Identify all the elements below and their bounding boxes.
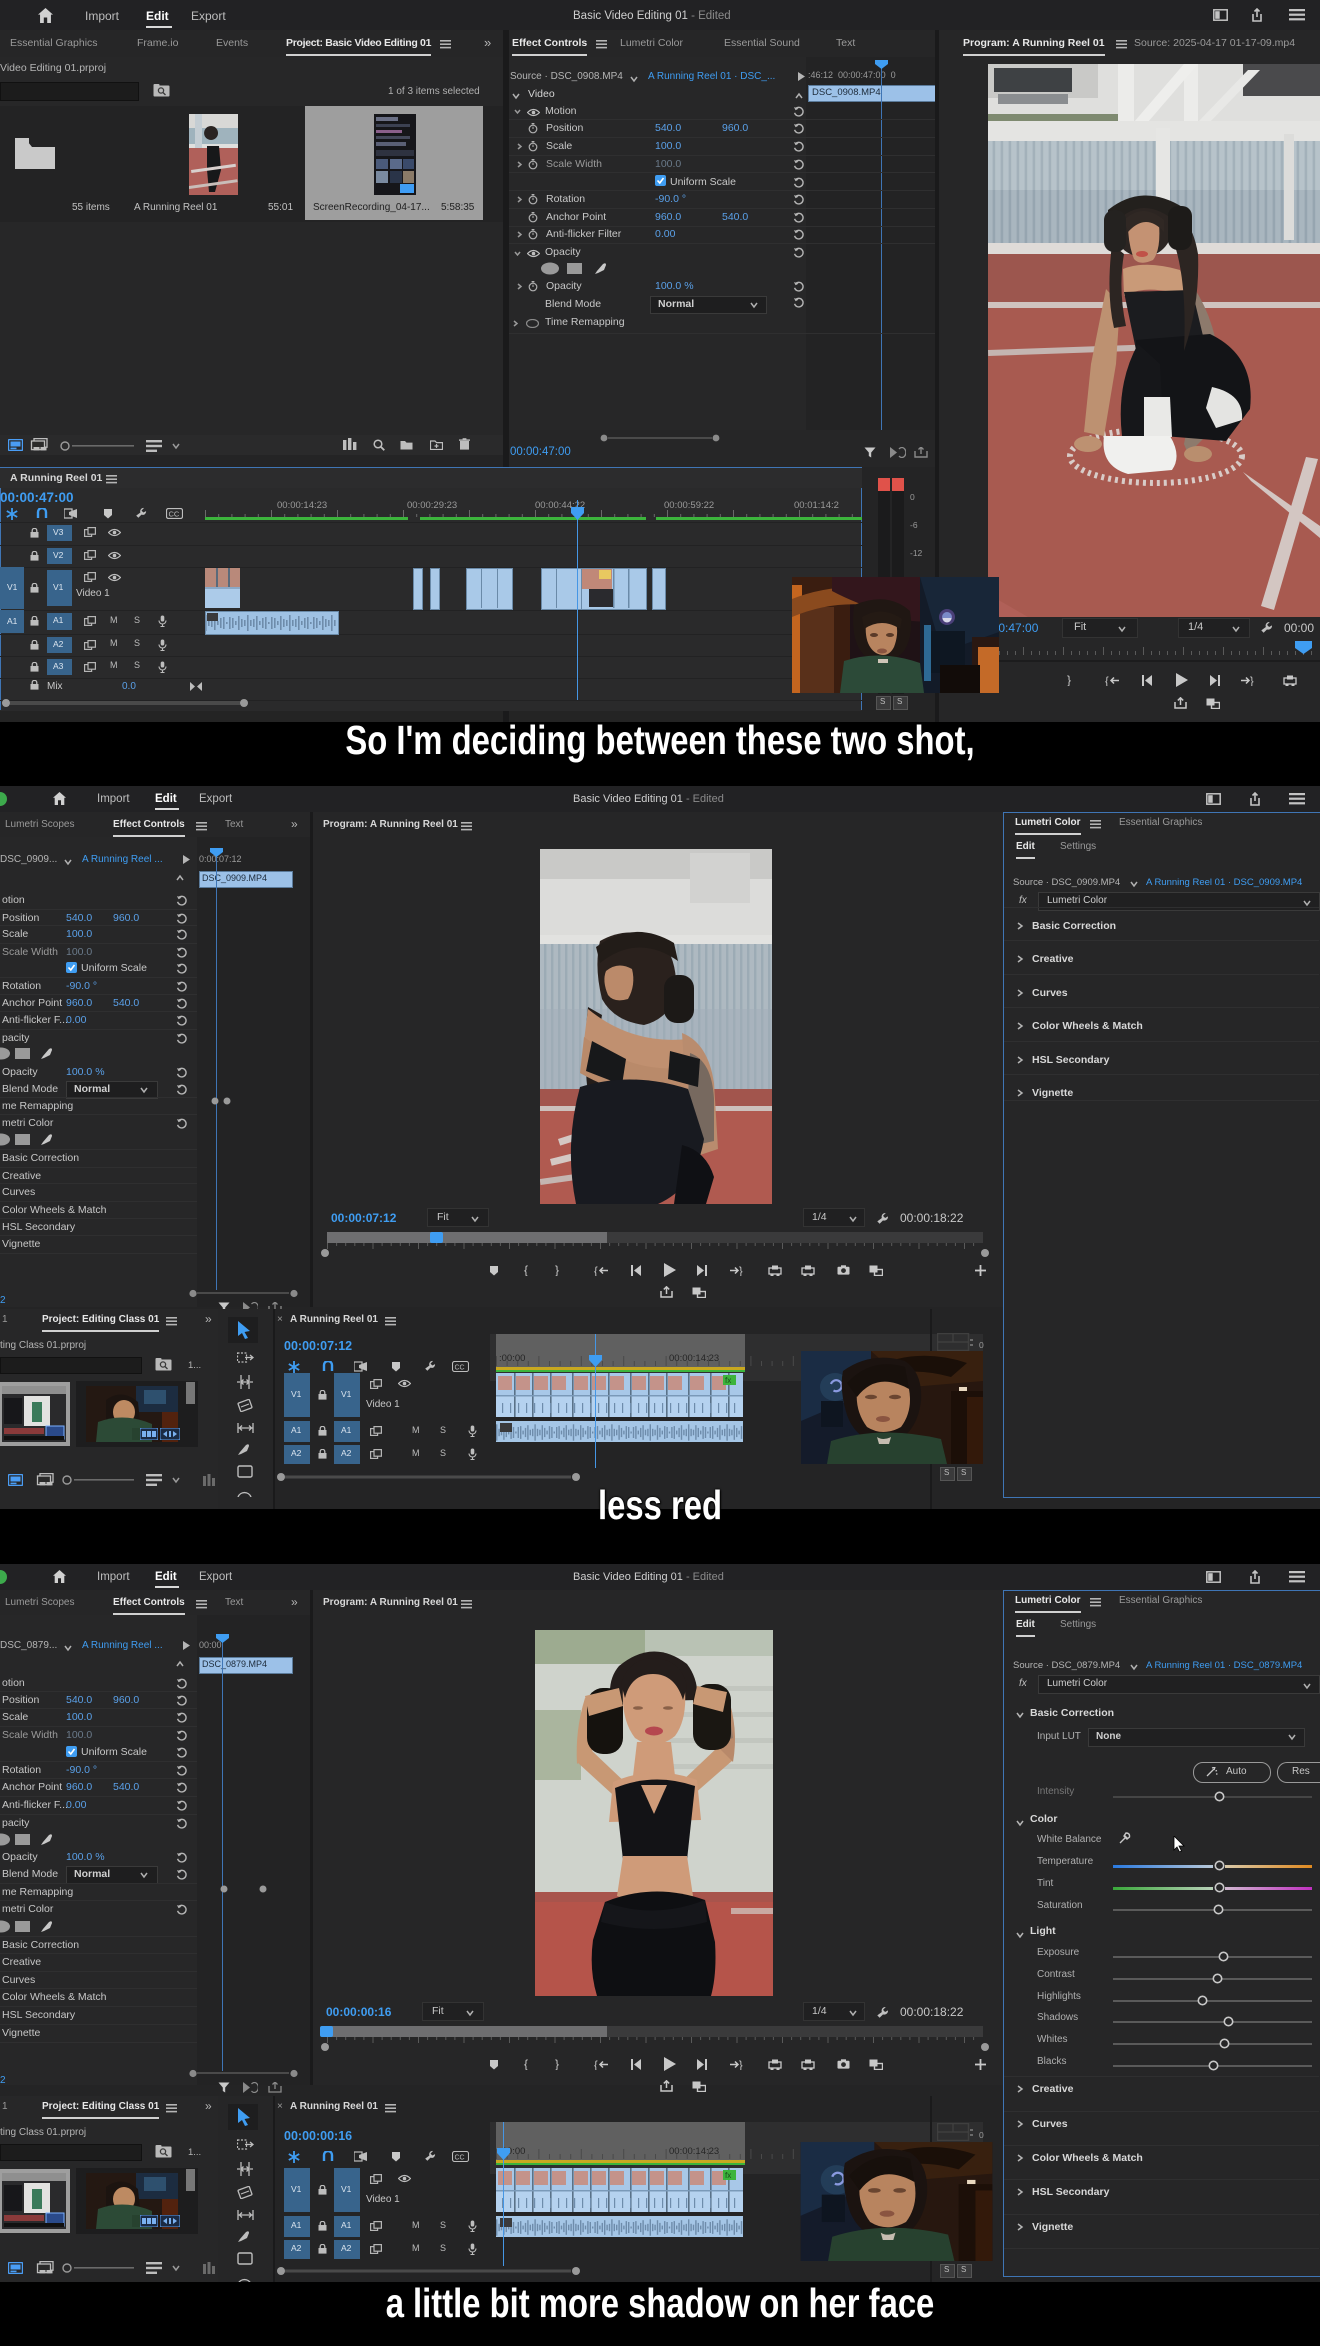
svg-text:CC: CC [455, 1365, 465, 1372]
svg-text:}: } [555, 2058, 559, 2070]
svg-text:{: { [594, 2060, 598, 2071]
svg-text:{: { [524, 2058, 528, 2070]
svg-text:}: } [1067, 674, 1071, 686]
svg-text:}: } [1250, 676, 1254, 687]
svg-text:}: } [555, 1264, 559, 1276]
svg-text:{: { [524, 1264, 528, 1276]
svg-text:fx: fx [725, 1376, 731, 1385]
svg-text:CC: CC [169, 510, 180, 519]
svg-text:{: { [1105, 676, 1109, 687]
svg-text:fx: fx [725, 2171, 731, 2180]
svg-text:{: { [594, 1266, 598, 1277]
svg-text:}: } [739, 1266, 743, 1277]
svg-text:}: } [739, 2060, 743, 2071]
svg-text:CC: CC [455, 2155, 465, 2162]
